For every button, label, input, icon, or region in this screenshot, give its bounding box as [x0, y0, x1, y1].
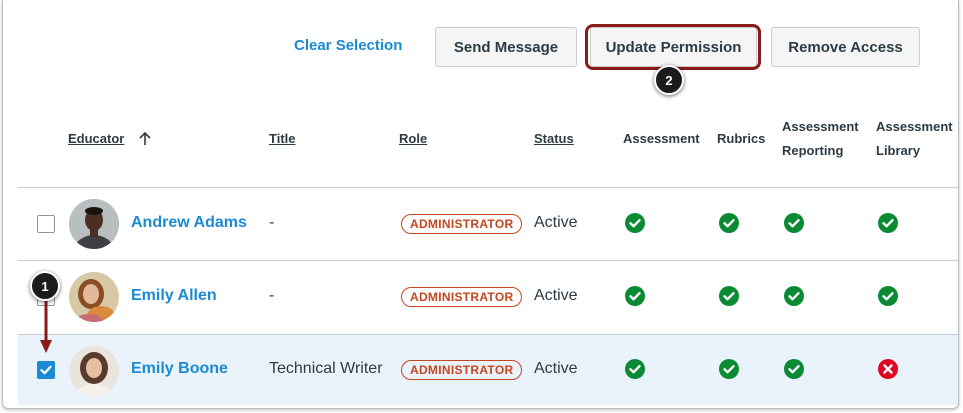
- status-cell: Active: [534, 287, 578, 304]
- arrow-up-icon[interactable]: [137, 130, 153, 148]
- educator-name-link[interactable]: Andrew Adams: [131, 214, 247, 232]
- educator-name-link[interactable]: Emily Allen: [131, 287, 217, 305]
- check-circle-icon: [625, 359, 645, 379]
- check-circle-icon: [625, 213, 645, 233]
- x-circle-icon: [878, 359, 898, 379]
- status-cell: Active: [534, 360, 578, 377]
- row-checkbox[interactable]: [37, 215, 55, 233]
- row-checkbox-checked[interactable]: [37, 361, 55, 379]
- check-circle-icon: [719, 286, 739, 306]
- status-cell: Active: [534, 214, 578, 231]
- column-header-library-line1: Assessment: [876, 119, 953, 134]
- arrow-down-icon: [40, 300, 52, 353]
- send-message-button[interactable]: Send Message: [435, 27, 577, 67]
- column-header-reporting-line2: Reporting: [782, 143, 844, 158]
- check-circle-icon: [719, 213, 739, 233]
- column-header-status[interactable]: Status: [534, 127, 574, 151]
- column-header-rubrics: Rubrics: [717, 131, 766, 146]
- column-header-educator[interactable]: Educator: [68, 127, 124, 151]
- update-permission-highlight: [585, 24, 761, 70]
- remove-access-button[interactable]: Remove Access: [771, 27, 920, 67]
- column-header-reporting-line1: Assessment: [782, 119, 859, 134]
- avatar: [69, 199, 119, 249]
- clear-selection-button[interactable]: Clear Selection: [294, 37, 402, 54]
- educators-panel: Clear Selection Send Message Update Perm…: [2, 0, 959, 409]
- avatar: [69, 346, 119, 396]
- check-circle-icon: [784, 286, 804, 306]
- role-badge: ADMINISTRATOR: [401, 214, 523, 234]
- check-circle-icon: [784, 213, 804, 233]
- column-header-assessment: Assessment: [623, 131, 700, 146]
- check-circle-icon: [878, 213, 898, 233]
- check-circle-icon: [719, 359, 739, 379]
- checkmark-icon: [40, 365, 52, 375]
- callout-2: 2: [654, 65, 684, 95]
- check-circle-icon: [878, 286, 898, 306]
- educator-name-link[interactable]: Emily Boone: [131, 360, 228, 378]
- title-cell: Technical Writer: [269, 360, 383, 377]
- row-divider: [18, 187, 958, 188]
- callout-1: 1: [30, 271, 60, 301]
- check-circle-icon: [784, 359, 804, 379]
- column-header-library-line2: Library: [876, 143, 921, 158]
- role-badge: ADMINISTRATOR: [401, 360, 523, 380]
- row-divider: [18, 260, 958, 261]
- row-divider: [18, 334, 958, 335]
- check-circle-icon: [625, 286, 645, 306]
- column-header-role[interactable]: Role: [399, 127, 427, 151]
- title-cell: -: [269, 214, 275, 231]
- avatar: [69, 272, 119, 322]
- role-badge: ADMINISTRATOR: [401, 287, 523, 307]
- column-header-title[interactable]: Title: [269, 127, 296, 151]
- title-cell: -: [269, 287, 275, 304]
